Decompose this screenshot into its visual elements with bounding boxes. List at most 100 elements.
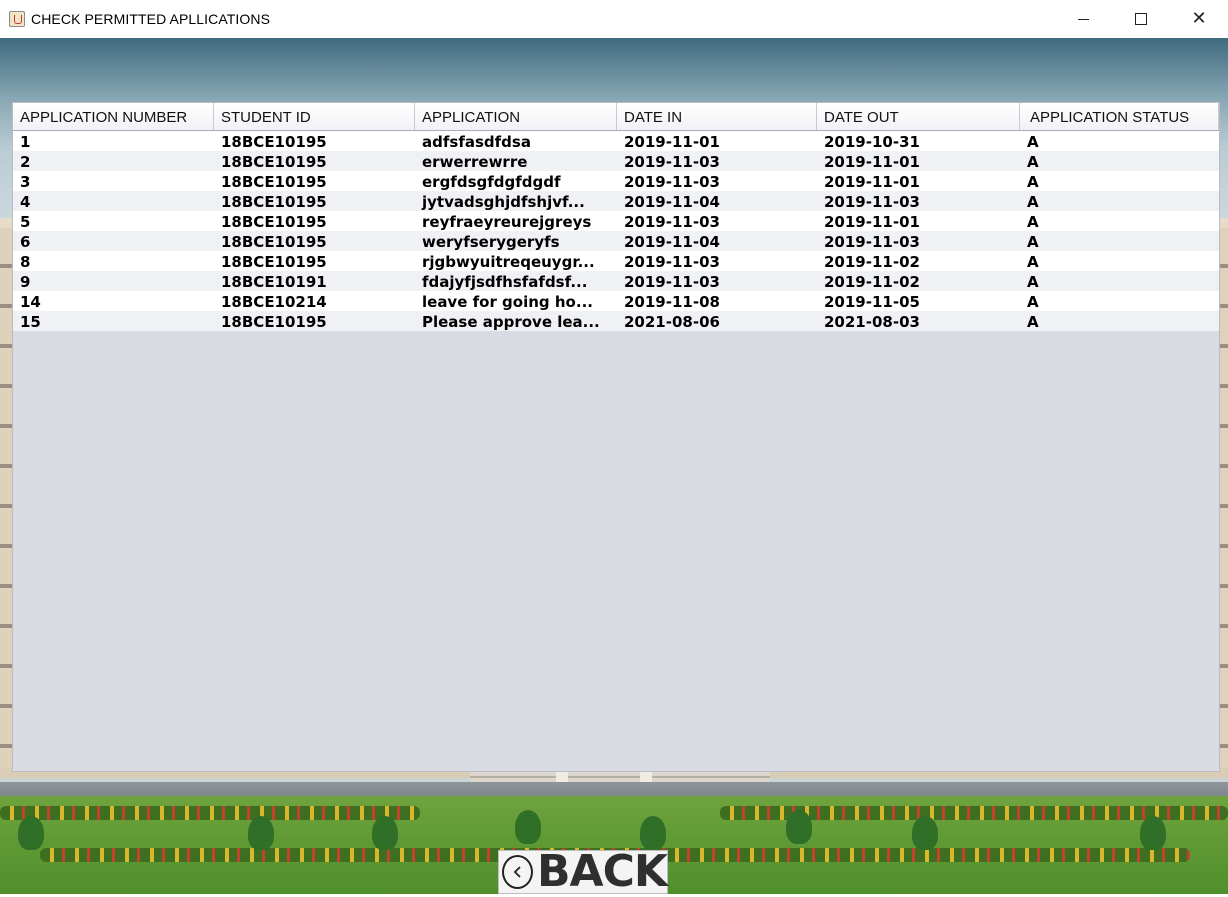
column-header-application-number[interactable]: APPLICATION NUMBER [13,103,214,130]
cell-student-id[interactable]: 18BCE10195 [214,171,415,191]
column-header-date-out[interactable]: DATE OUT [817,103,1020,130]
bush [248,816,274,850]
bush [640,816,666,850]
column-header-application[interactable]: APPLICATION [415,103,617,130]
close-button[interactable]: ✕ [1170,0,1228,38]
table-row[interactable]: 6 18BCE10195 weryfserygeryfs 2019-11-04 … [13,231,1219,251]
cell-application-number[interactable]: 2 [13,151,214,171]
flower-hedge [0,806,420,820]
cell-date-out[interactable]: 2019-11-03 [817,191,1020,211]
cell-application-number[interactable]: 5 [13,211,214,231]
cell-date-in[interactable]: 2019-11-03 [617,271,817,291]
cell-date-in[interactable]: 2019-11-01 [617,131,817,151]
table-row[interactable]: 3 18BCE10195 ergfdsgfdgfdgdf 2019-11-03 … [13,171,1219,191]
bush [912,816,938,850]
cell-application-status[interactable]: A [1020,291,1219,311]
cell-application-number[interactable]: 6 [13,231,214,251]
cell-application[interactable]: jytvadsghjdfshjvf... [415,191,617,211]
cell-application-number[interactable]: 8 [13,251,214,271]
maximize-icon [1135,13,1147,25]
cell-application-number[interactable]: 15 [13,311,214,331]
table-body: 1 18BCE10195 adfsfasdfdsa 2019-11-01 201… [13,131,1219,331]
cell-application-status[interactable]: A [1020,231,1219,251]
cell-date-out[interactable]: 2019-11-02 [817,251,1020,271]
cell-date-out[interactable]: 2019-11-02 [817,271,1020,291]
cell-application-status[interactable]: A [1020,251,1219,271]
cell-date-out[interactable]: 2019-10-31 [817,131,1020,151]
table-row[interactable]: 4 18BCE10195 jytvadsghjdfshjvf... 2019-1… [13,191,1219,211]
bush [786,810,812,844]
table-row[interactable]: 5 18BCE10195 reyfraeyreurejgreys 2019-11… [13,211,1219,231]
table-row[interactable]: 9 18BCE10191 fdajyfjsdfhsfafdsf... 2019-… [13,271,1219,291]
cell-application-number[interactable]: 1 [13,131,214,151]
cell-date-out[interactable]: 2021-08-03 [817,311,1020,331]
cell-date-out[interactable]: 2019-11-05 [817,291,1020,311]
cell-application-status[interactable]: A [1020,151,1219,171]
cell-student-id[interactable]: 18BCE10195 [214,211,415,231]
column-header-date-in[interactable]: DATE IN [617,103,817,130]
java-cup-icon [9,11,25,27]
cell-student-id[interactable]: 18BCE10195 [214,191,415,211]
cell-application-status[interactable]: A [1020,311,1219,331]
minimize-button[interactable] [1054,0,1112,38]
table-row[interactable]: 1 18BCE10195 adfsfasdfdsa 2019-11-01 201… [13,131,1219,151]
bush [1140,816,1166,850]
close-icon: ✕ [1191,8,1207,29]
table-row[interactable]: 14 18BCE10214 leave for going ho... 2019… [13,291,1219,311]
cell-application[interactable]: weryfserygeryfs [415,231,617,251]
cell-application-status[interactable]: A [1020,271,1219,291]
title-bar: CHECK PERMITTED APLLICATIONS ✕ [0,0,1228,38]
cell-date-out[interactable]: 2019-11-01 [817,211,1020,231]
cell-application[interactable]: ergfdsgfdgfdgdf [415,171,617,191]
table-row[interactable]: 2 18BCE10195 erwerrewrre 2019-11-03 2019… [13,151,1219,171]
window-title: CHECK PERMITTED APLLICATIONS [31,11,271,27]
cell-date-in[interactable]: 2019-11-04 [617,191,817,211]
minimize-icon [1077,18,1089,20]
cell-application[interactable]: rjgbwyuitreqeuygr... [415,251,617,271]
cell-date-in[interactable]: 2019-11-03 [617,151,817,171]
table-header: APPLICATION NUMBER STUDENT ID APPLICATIO… [13,103,1219,131]
cell-date-out[interactable]: 2019-11-01 [817,151,1020,171]
cell-date-out[interactable]: 2019-11-03 [817,231,1020,251]
bush [515,810,541,844]
cell-application-status[interactable]: A [1020,131,1219,151]
cell-application[interactable]: adfsfasdfdsa [415,131,617,151]
cell-application-number[interactable]: 3 [13,171,214,191]
cell-date-in[interactable]: 2019-11-03 [617,251,817,271]
cell-student-id[interactable]: 18BCE10191 [214,271,415,291]
bush [18,816,44,850]
cell-date-in[interactable]: 2019-11-03 [617,211,817,231]
cell-student-id[interactable]: 18BCE10214 [214,291,415,311]
cell-application[interactable]: Please approve lea... [415,311,617,331]
bush [372,816,398,850]
cell-student-id[interactable]: 18BCE10195 [214,151,415,171]
cell-application[interactable]: leave for going ho... [415,291,617,311]
back-button[interactable]: BACK [498,850,668,894]
maximize-button[interactable] [1112,0,1170,38]
back-button-label: BACK [537,846,668,897]
column-header-student-id[interactable]: STUDENT ID [214,103,415,130]
cell-student-id[interactable]: 18BCE10195 [214,131,415,151]
cell-date-out[interactable]: 2019-11-01 [817,171,1020,191]
cell-date-in[interactable]: 2019-11-08 [617,291,817,311]
cell-application-status[interactable]: A [1020,211,1219,231]
cell-application[interactable]: erwerrewrre [415,151,617,171]
cell-student-id[interactable]: 18BCE10195 [214,251,415,271]
column-header-application-status[interactable]: APPLICATION STATUS [1020,103,1219,130]
cell-date-in[interactable]: 2021-08-06 [617,311,817,331]
cell-date-in[interactable]: 2019-11-03 [617,171,817,191]
applications-table[interactable]: APPLICATION NUMBER STUDENT ID APPLICATIO… [12,102,1220,772]
cell-application-number[interactable]: 4 [13,191,214,211]
cell-application-status[interactable]: A [1020,171,1219,191]
cell-application-number[interactable]: 14 [13,291,214,311]
table-row[interactable]: 15 18BCE10195 Please approve lea... 2021… [13,311,1219,331]
cell-application[interactable]: reyfraeyreurejgreys [415,211,617,231]
cell-application-number[interactable]: 9 [13,271,214,291]
cell-student-id[interactable]: 18BCE10195 [214,231,415,251]
table-row[interactable]: 8 18BCE10195 rjgbwyuitreqeuygr... 2019-1… [13,251,1219,271]
cell-application[interactable]: fdajyfjsdfhsfafdsf... [415,271,617,291]
cell-student-id[interactable]: 18BCE10195 [214,311,415,331]
cell-application-status[interactable]: A [1020,191,1219,211]
cell-date-in[interactable]: 2019-11-04 [617,231,817,251]
chevron-left-circle-icon [502,855,534,889]
